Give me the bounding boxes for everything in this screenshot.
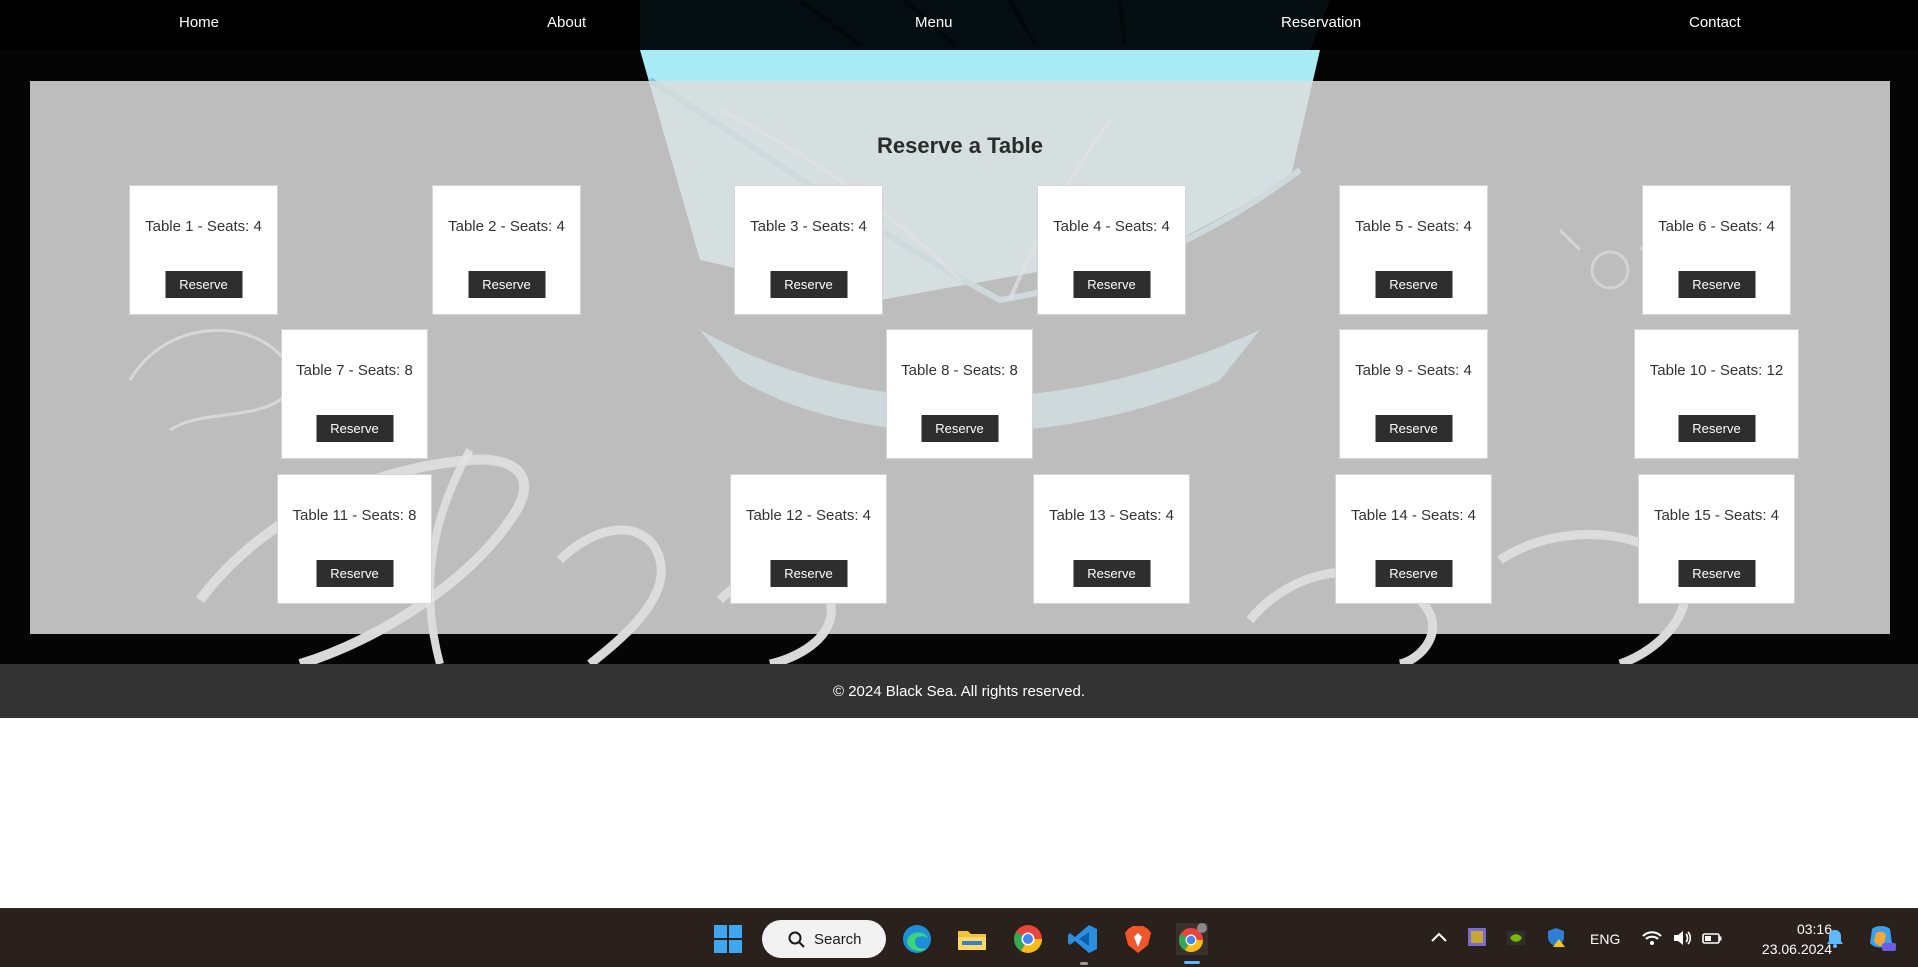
volume-icon[interactable] xyxy=(1671,927,1693,949)
nav-home-link[interactable]: Home xyxy=(179,14,219,31)
table-label: Table 6 - Seats: 4 xyxy=(1658,218,1775,235)
battery-icon[interactable] xyxy=(1701,927,1723,949)
search-label: Search xyxy=(814,931,862,948)
vscode-icon[interactable] xyxy=(1067,923,1099,955)
table-card-7: Table 7 - Seats: 8 Reserve xyxy=(281,329,428,459)
chevron-up-icon[interactable] xyxy=(1428,927,1450,949)
reserve-button-table-14[interactable]: Reserve xyxy=(1375,560,1452,587)
table-label: Table 3 - Seats: 4 xyxy=(750,218,867,235)
taskbar-search[interactable]: Search xyxy=(762,920,886,958)
reserve-button-table-3[interactable]: Reserve xyxy=(770,271,847,298)
table-label: Table 13 - Seats: 4 xyxy=(1048,507,1175,524)
table-label: Table 14 - Seats: 4 xyxy=(1350,507,1477,524)
wifi-icon[interactable] xyxy=(1641,927,1663,949)
reservation-panel: Reserve a Table Table 1 - Seats: 4 Reser… xyxy=(30,81,1890,634)
reserve-button-table-10[interactable]: Reserve xyxy=(1678,415,1755,442)
reserve-button-table-2[interactable]: Reserve xyxy=(468,271,545,298)
security-shield-icon[interactable] xyxy=(1545,926,1567,948)
brave-icon[interactable] xyxy=(1122,923,1154,955)
table-card-4: Table 4 - Seats: 4 Reserve xyxy=(1037,185,1186,315)
reserve-button-table-8[interactable]: Reserve xyxy=(921,415,998,442)
table-card-11: Table 11 - Seats: 8 Reserve xyxy=(277,474,432,604)
reserve-button-table-7[interactable]: Reserve xyxy=(316,415,393,442)
hero-background: Home About Menu Reservation Contact Rese… xyxy=(0,0,1918,664)
copyright-text: © 2024 Black Sea. All rights reserved. xyxy=(832,682,1085,700)
table-label: Table 12 - Seats: 4 xyxy=(745,507,872,524)
table-label: Table 8 - Seats: 8 xyxy=(901,362,1018,379)
nvidia-icon[interactable] xyxy=(1505,927,1527,949)
table-card-13: Table 13 - Seats: 4 Reserve xyxy=(1033,474,1190,604)
edge-icon[interactable] xyxy=(901,923,933,955)
app-tray-icon[interactable] xyxy=(1466,926,1488,948)
table-card-5: Table 5 - Seats: 4 Reserve xyxy=(1339,185,1488,315)
table-card-1: Table 1 - Seats: 4 Reserve xyxy=(129,185,278,315)
table-card-9: Table 9 - Seats: 4 Reserve xyxy=(1339,329,1488,459)
copilot-icon[interactable] xyxy=(1866,923,1896,953)
page-footer: © 2024 Black Sea. All rights reserved. xyxy=(0,664,1918,718)
reserve-button-table-4[interactable]: Reserve xyxy=(1073,271,1150,298)
table-label: Table 9 - Seats: 4 xyxy=(1355,362,1472,379)
chrome-profile-icon[interactable] xyxy=(1176,923,1208,955)
reserve-button-table-15[interactable]: Reserve xyxy=(1678,560,1755,587)
reserve-button-table-6[interactable]: Reserve xyxy=(1678,271,1755,298)
search-icon xyxy=(788,931,805,948)
reserve-button-table-1[interactable]: Reserve xyxy=(165,271,242,298)
table-card-12: Table 12 - Seats: 4 Reserve xyxy=(730,474,887,604)
clock-date[interactable]: 23.06.2024 xyxy=(1742,941,1832,957)
nav-reservation-link[interactable]: Reservation xyxy=(1281,14,1361,31)
nav-contact-link[interactable]: Contact xyxy=(1689,14,1741,31)
table-card-6: Table 6 - Seats: 4 Reserve xyxy=(1642,185,1791,315)
table-card-10: Table 10 - Seats: 12 Reserve xyxy=(1634,329,1799,459)
table-card-2: Table 2 - Seats: 4 Reserve xyxy=(432,185,581,315)
table-label: Table 15 - Seats: 4 xyxy=(1653,507,1780,524)
reserve-button-table-11[interactable]: Reserve xyxy=(316,560,393,587)
table-card-3: Table 3 - Seats: 4 Reserve xyxy=(734,185,883,315)
language-indicator[interactable]: ENG xyxy=(1590,931,1620,947)
table-label: Table 5 - Seats: 4 xyxy=(1355,218,1472,235)
table-label: Table 10 - Seats: 12 xyxy=(1649,362,1784,379)
clock-time[interactable]: 03:16 xyxy=(1762,921,1832,937)
start-icon[interactable] xyxy=(712,923,744,955)
table-label: Table 11 - Seats: 8 xyxy=(292,507,417,524)
nav-about-link[interactable]: About xyxy=(547,14,586,31)
table-label: Table 1 - Seats: 4 xyxy=(145,218,262,235)
reserve-button-table-12[interactable]: Reserve xyxy=(770,560,847,587)
table-label: Table 7 - Seats: 8 xyxy=(296,362,413,379)
taskbar: Search ENG 03:16 23.06.2024 xyxy=(0,908,1918,967)
page-title: Reserve a Table xyxy=(877,133,1043,158)
notification-bell-icon[interactable] xyxy=(1824,927,1846,949)
table-card-14: Table 14 - Seats: 4 Reserve xyxy=(1335,474,1492,604)
reserve-button-table-13[interactable]: Reserve xyxy=(1073,560,1150,587)
chrome-icon[interactable] xyxy=(1012,923,1044,955)
open-indicator xyxy=(1080,962,1088,965)
file-explorer-icon[interactable] xyxy=(956,923,988,955)
table-card-8: Table 8 - Seats: 8 Reserve xyxy=(886,329,1033,459)
table-card-15: Table 15 - Seats: 4 Reserve xyxy=(1638,474,1795,604)
nav-menu-link[interactable]: Menu xyxy=(915,14,953,31)
reserve-button-table-9[interactable]: Reserve xyxy=(1375,415,1452,442)
table-label: Table 4 - Seats: 4 xyxy=(1053,218,1170,235)
active-app-indicator xyxy=(1184,961,1200,964)
reserve-button-table-5[interactable]: Reserve xyxy=(1375,271,1452,298)
table-label: Table 2 - Seats: 4 xyxy=(448,218,565,235)
top-navigation: Home About Menu Reservation Contact xyxy=(0,0,1918,50)
